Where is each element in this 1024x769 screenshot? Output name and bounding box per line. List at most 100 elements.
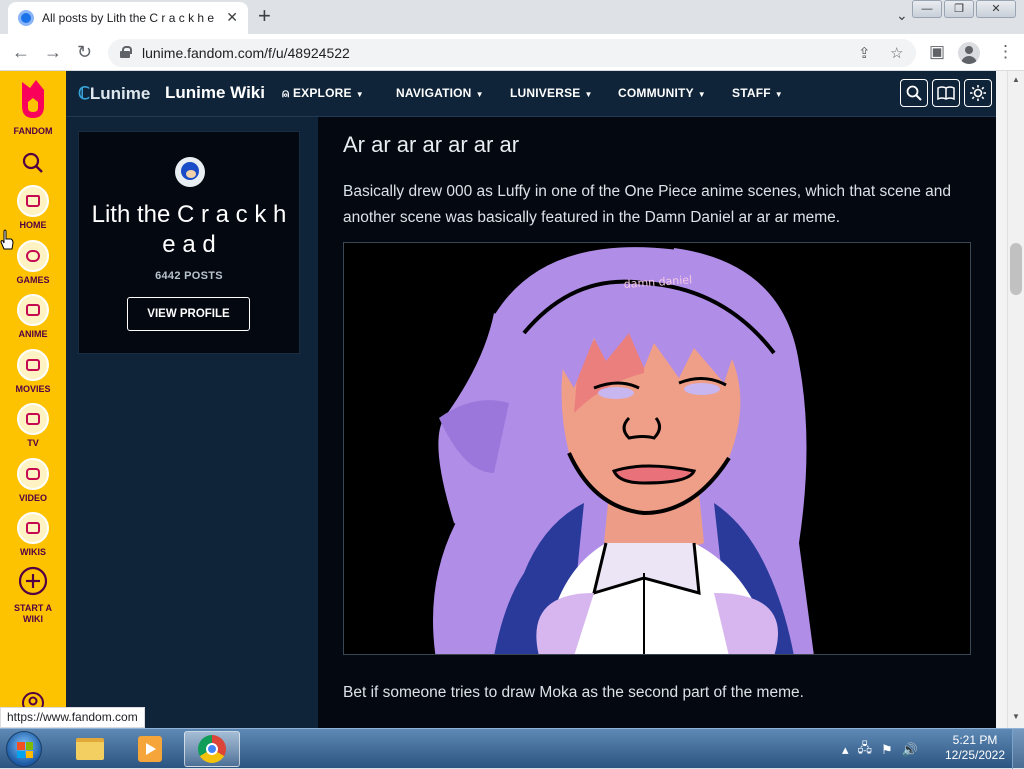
tab-close-icon[interactable]: ✕ [226, 9, 238, 26]
nav-label: EXPLORE [292, 86, 352, 100]
nav-explore[interactable]: ⍝ EXPLORE ▼ [282, 86, 364, 101]
tab-search-chevron-icon[interactable]: ⌄ [896, 7, 908, 24]
profile-username: Lith the C r a c k h e a d [91, 201, 287, 258]
profile-avatar-icon[interactable] [958, 42, 980, 64]
url-text[interactable]: lunime.fandom.com/f/u/48924522 [142, 45, 350, 61]
plus-circle-icon [18, 566, 48, 596]
new-tab-button[interactable]: + [258, 4, 271, 28]
book-icon [17, 512, 49, 544]
scroll-up-arrow-icon[interactable]: ▲ [1012, 75, 1020, 84]
rail-item-label: ANIME [18, 329, 48, 339]
wiki-activity-button[interactable] [932, 79, 960, 107]
show-desktop-button[interactable] [1012, 729, 1024, 769]
media-player-taskbar-button[interactable] [122, 731, 178, 767]
post-footer-text: Bet if someone tries to draw Moka as the… [343, 684, 804, 701]
restore-button[interactable]: ❐ [944, 0, 974, 18]
lunime-logo-mark-icon: ℂ [78, 84, 90, 103]
tab-title: All posts by Lith the C r a c k h e [42, 11, 214, 25]
anime-girl-drawing: damn daniel [430, 244, 814, 654]
hand-cursor-icon [0, 229, 14, 250]
forward-arrow-icon[interactable]: → [44, 42, 62, 62]
rail-item-label: START A WIKI [14, 603, 52, 624]
post-image[interactable]: damn daniel [343, 242, 971, 655]
rail-item-label: TV [27, 438, 39, 448]
chevron-down-icon: ▼ [774, 90, 783, 99]
address-bar[interactable]: lunime.fandom.com/f/u/48924522 ⇪ ☆ [108, 39, 916, 67]
clock-time: 5:21 PM [952, 733, 998, 747]
volume-icon[interactable]: 🔊 [902, 742, 918, 758]
rail-item-tv[interactable]: TV [0, 403, 66, 449]
action-center-flag-icon[interactable]: ⚑ [881, 742, 893, 758]
gamepad-icon [17, 240, 49, 272]
side-panel-icon[interactable]: ▣ [929, 42, 945, 62]
rail-item-label: MOVIES [15, 384, 51, 394]
nav-luniverse[interactable]: LUNIVERSE ▼ [510, 86, 593, 100]
scroll-down-arrow-icon[interactable]: ▼ [1012, 712, 1020, 721]
rail-item-movies[interactable]: MOVIES [0, 349, 66, 395]
rail-item-home[interactable]: HOME [0, 185, 66, 231]
back-arrow-icon[interactable]: ← [12, 42, 30, 62]
tray-expand-icon[interactable]: ▴ [842, 742, 849, 758]
rail-item-wikis[interactable]: WIKIS [0, 512, 66, 558]
clock-date: 12/25/2022 [944, 748, 1006, 762]
reload-icon[interactable]: ↻ [77, 42, 92, 62]
browser-tab[interactable]: All posts by Lith the C r a c k h e ✕ [8, 2, 248, 34]
avatar[interactable] [175, 157, 205, 187]
page-viewport: FANDOM HOME GAMES ANIME MOVIES TV VIDEO [0, 71, 1024, 728]
view-profile-button[interactable]: VIEW PROFILE [127, 297, 250, 331]
rail-item-label: GAMES [16, 275, 50, 285]
wiki-name[interactable]: Lunime Wiki [165, 83, 265, 103]
nav-navigation[interactable]: NAVIGATION ▼ [396, 86, 484, 100]
chrome-taskbar-button[interactable] [184, 731, 240, 767]
menu-dots-icon[interactable]: ⋮ [997, 42, 1014, 62]
minimize-button[interactable]: — [912, 0, 942, 18]
open-book-icon [937, 86, 955, 100]
wiki-search-button[interactable] [900, 79, 928, 107]
lock-icon[interactable] [120, 46, 132, 58]
rail-item-anime[interactable]: ANIME [0, 294, 66, 340]
nav-community[interactable]: COMMUNITY ▼ [618, 86, 706, 100]
chevron-down-icon: ▼ [697, 90, 706, 99]
post-body: Basically drew 000 as Luffy in one of th… [343, 183, 952, 226]
fandom-favicon-icon [18, 10, 34, 26]
tv-icon [17, 403, 49, 435]
scrollbar-thumb[interactable] [1010, 243, 1022, 295]
rail-item-label: VIDEO [18, 493, 47, 503]
fandom-brand-text: FANDOM [13, 126, 53, 136]
share-icon[interactable]: ⇪ [858, 44, 871, 62]
file-explorer-taskbar-button[interactable] [62, 731, 118, 767]
rail-item-video[interactable]: VIDEO [0, 458, 66, 504]
page-right-gutter [996, 71, 1007, 728]
link-status-bar: https://www.fandom.com [0, 707, 145, 728]
chevron-down-icon: ▼ [355, 90, 364, 99]
fandom-flame-logo-icon[interactable] [16, 78, 50, 120]
chevron-down-icon: ▼ [475, 90, 484, 99]
window-controls: — ❐ ✕ [912, 0, 1016, 18]
explore-icon: ⍝ [282, 86, 293, 100]
theme-toggle-button[interactable] [964, 79, 992, 107]
nav-staff[interactable]: STAFF ▼ [732, 86, 783, 100]
rail-item-start-a-wiki[interactable]: START A WIKI [0, 566, 66, 625]
lunime-logo-text: Lunime [89, 84, 151, 103]
profile-card: Lith the C r a c k h e a d 6442 POSTS VI… [78, 131, 300, 354]
chevron-down-icon: ▼ [584, 90, 593, 99]
close-window-button[interactable]: ✕ [976, 0, 1016, 18]
folder-icon [76, 738, 104, 760]
fandom-brand-label: FANDOM [0, 123, 66, 137]
sun-icon [970, 85, 986, 101]
lunime-logo[interactable]: ℂLunime [78, 84, 150, 104]
nav-label: STAFF [732, 86, 771, 100]
post-count: 6442 POSTS [155, 270, 223, 282]
system-clock[interactable]: 5:21 PM 12/25/2022 [940, 733, 1010, 763]
nav-label: COMMUNITY [618, 86, 694, 100]
search-icon[interactable] [22, 152, 44, 174]
start-button[interactable] [6, 731, 42, 767]
network-icon[interactable]: 🖧 [858, 739, 873, 761]
bookmark-star-icon[interactable]: ☆ [890, 44, 903, 62]
anime-face-icon [17, 294, 49, 326]
nav-label: NAVIGATION [396, 86, 472, 100]
post-title[interactable]: Ar ar ar ar ar ar ar [343, 132, 519, 158]
vertical-scrollbar[interactable]: ▲ ▼ [1007, 71, 1024, 728]
fandom-global-nav: FANDOM HOME GAMES ANIME MOVIES TV VIDEO [0, 71, 66, 728]
search-icon [906, 85, 922, 101]
